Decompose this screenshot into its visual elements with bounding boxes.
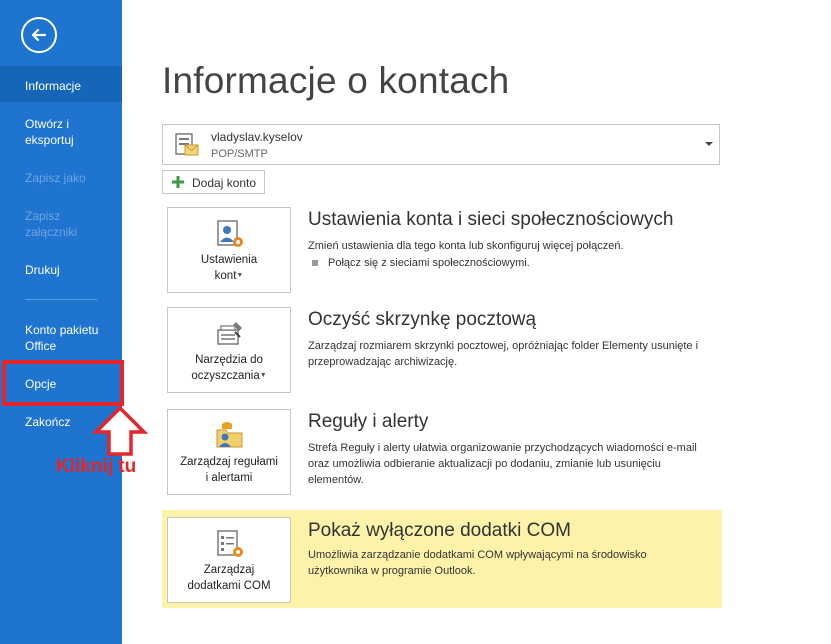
- account-type: POP/SMTP: [211, 148, 268, 160]
- account-name: vladyslav.kyselov: [211, 130, 303, 144]
- sidebar-item-label: Drukuj: [25, 263, 60, 277]
- backstage-sidebar: Informacje Otwórz i eksportuj Zapisz jak…: [0, 0, 122, 644]
- sidebar-item-otworz-eksportuj[interactable]: Otwórz i eksportuj: [0, 116, 110, 148]
- chevron-down-icon: [705, 142, 713, 146]
- tile-label-line1: Ustawienia: [200, 254, 258, 266]
- section-title: Ustawienia konta i sieci społecznościowy…: [308, 209, 674, 230]
- outlook-backstage: Informacje Otwórz i eksportuj Zapisz jak…: [0, 0, 831, 644]
- manage-com-addins-button[interactable]: Zarządzaj dodatkami COM: [167, 517, 291, 603]
- manage-rules-alerts-button[interactable]: Zarządzaj regułami i alertami: [167, 409, 291, 495]
- account-settings-button[interactable]: Ustawienia kont▼: [167, 207, 291, 293]
- tile-label-line2: oczyszczania: [191, 370, 260, 383]
- section-title: Pokaż wyłączone dodatki COM: [308, 520, 571, 541]
- tile-label-line1: Zarządzaj regułami: [180, 456, 278, 468]
- sidebar-item-label: Zakończ: [25, 415, 71, 429]
- section-description: Strefa Reguły i alerty ułatwia organizow…: [308, 442, 697, 486]
- add-account-label: Dodaj konto: [192, 176, 257, 190]
- section-title: Oczyść skrzynkę pocztową: [308, 309, 537, 330]
- caret-down-icon: ▼: [236, 272, 244, 279]
- tile-label-line2: kont: [214, 270, 237, 283]
- connect-social-networks-link[interactable]: Połącz się z sieciami społecznościowymi.: [308, 257, 530, 269]
- cleanup-tools-icon: [217, 322, 242, 345]
- sidebar-item-label: Otwórz i eksportuj: [25, 117, 74, 147]
- plus-icon: [172, 176, 184, 188]
- add-account-button[interactable]: Dodaj konto: [162, 170, 265, 194]
- tile-label-line2: i alertami: [205, 472, 253, 484]
- sidebar-item-label: Konto pakietu Office: [25, 323, 99, 353]
- section-title: Reguły i alerty: [308, 411, 429, 432]
- page-title: Informacje o kontach: [162, 60, 510, 101]
- sidebar-item-informacje[interactable]: Informacje: [0, 66, 122, 102]
- annotation-arrow-icon: [92, 405, 148, 456]
- sidebar-divider: [25, 299, 97, 300]
- section-account-settings: Ustawienia kont▼ Ustawienia konta i siec…: [162, 207, 722, 299]
- tile-label-line1: Narzędzia do: [195, 354, 263, 366]
- annotation-highlight-box: [2, 360, 124, 406]
- account-dropdown[interactable]: vladyslav.kyselov POP/SMTP: [162, 124, 720, 165]
- link-label: Połącz się z sieciami społecznościowymi.: [328, 257, 530, 269]
- annotation-text: Kliknij tu: [56, 456, 137, 477]
- sidebar-item-label: Zapisz załączniki: [25, 209, 78, 239]
- bullet-icon: [312, 260, 318, 267]
- sidebar-item-label: Informacje: [25, 79, 82, 93]
- section-description: Zarządzaj rozmiarem skrzynki pocztowej, …: [308, 340, 699, 368]
- tile-label-line2: dodatkami COM: [187, 580, 271, 592]
- sidebar-item-konto-pakietu-office[interactable]: Konto pakietu Office: [0, 322, 110, 354]
- caret-down-icon: ▼: [259, 372, 267, 379]
- section-rules-alerts: Zarządzaj regułami i alertami Reguły i a…: [162, 409, 722, 501]
- sidebar-item-drukuj[interactable]: Drukuj: [0, 262, 122, 278]
- section-description: Zmień ustawienia dla tego konta lub skon…: [308, 240, 624, 252]
- com-addins-icon: [217, 530, 243, 557]
- account-settings-icon: [217, 220, 243, 247]
- cleanup-tools-button[interactable]: Narzędzia do oczyszczania▼: [167, 307, 291, 393]
- section-description: Umożliwia zarządzanie dodatkami COM wpły…: [308, 549, 647, 577]
- sidebar-item-label: Zapisz jako: [25, 171, 86, 185]
- back-arrow-icon: [31, 28, 47, 42]
- sidebar-item-zapisz-zalaczniki: Zapisz załączniki: [0, 208, 100, 240]
- section-disabled-com-addins: Zarządzaj dodatkami COM Pokaż wyłączone …: [162, 510, 722, 608]
- sidebar-item-zapisz-jako: Zapisz jako: [0, 170, 122, 186]
- back-button[interactable]: [21, 17, 57, 53]
- tile-label-line1: Zarządzaj: [203, 564, 255, 576]
- account-mail-icon: [175, 133, 199, 156]
- rules-alerts-icon: [216, 422, 243, 448]
- section-cleanup-mailbox: Narzędzia do oczyszczania▼ Oczyść skrzyn…: [162, 307, 722, 399]
